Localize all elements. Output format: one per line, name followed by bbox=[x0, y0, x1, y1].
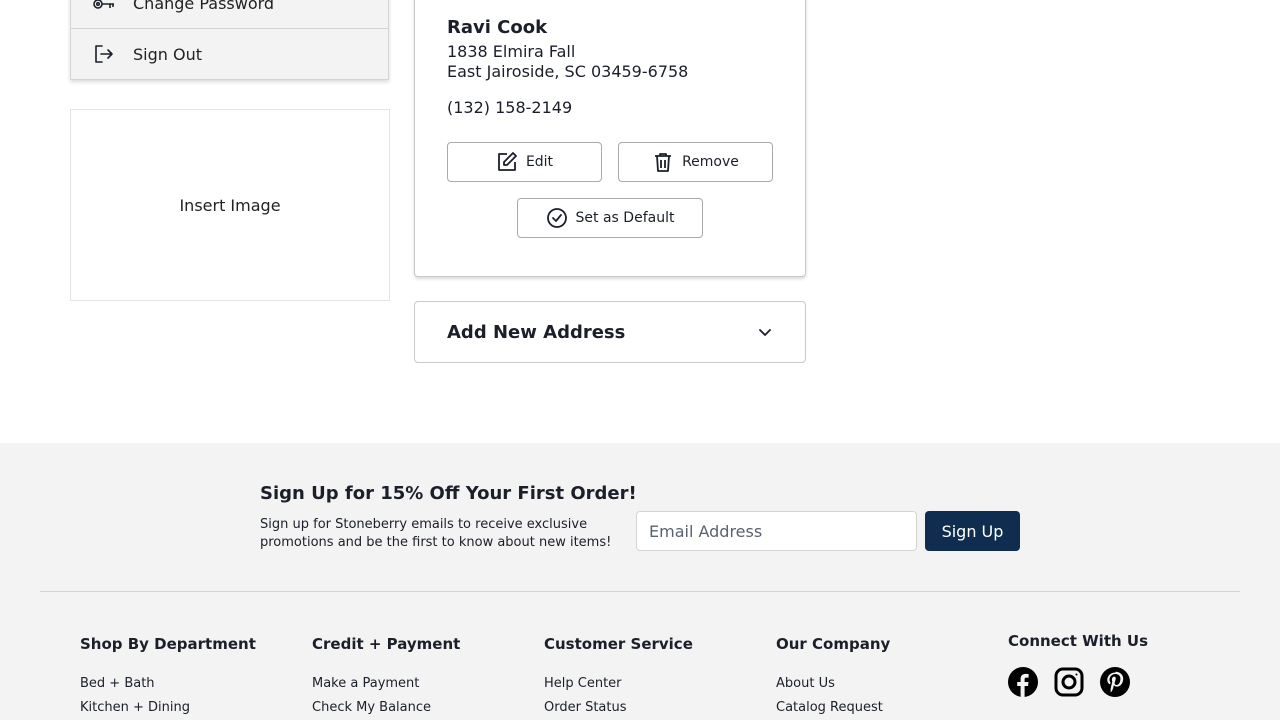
edit-address-button[interactable]: Edit bbox=[447, 142, 602, 182]
footer-column-credit: Credit + Payment Make a Payment Check My… bbox=[312, 635, 460, 720]
set-default-button[interactable]: Set as Default bbox=[517, 198, 703, 238]
sign-up-button[interactable]: Sign Up bbox=[925, 511, 1020, 551]
address-phone: (132) 158-2149 bbox=[447, 98, 573, 117]
footer-link[interactable]: Make a Payment bbox=[312, 675, 460, 693]
social-links bbox=[1008, 667, 1130, 697]
site-footer: Sign Up for 15% Off Your First Order! Si… bbox=[0, 443, 1280, 720]
email-input[interactable] bbox=[636, 511, 917, 551]
pinterest-icon[interactable] bbox=[1100, 667, 1130, 697]
footer-column-title: Credit + Payment bbox=[312, 635, 461, 653]
facebook-icon[interactable] bbox=[1008, 667, 1038, 697]
sign-out-label: Sign Out bbox=[133, 44, 202, 64]
footer-divider bbox=[40, 591, 1240, 592]
check-circle-icon bbox=[546, 207, 568, 229]
instagram-icon[interactable] bbox=[1054, 667, 1084, 697]
address-city-state-zip: East Jairoside, SC 03459-6758 bbox=[447, 62, 689, 81]
connect-with-us: Connect With Us bbox=[1008, 632, 1148, 650]
chevron-down-icon bbox=[757, 325, 773, 341]
footer-column-shop: Shop By Department Bed + Bath Kitchen + … bbox=[80, 635, 256, 720]
edit-icon bbox=[496, 151, 518, 173]
signup-description: Sign up for Stoneberry emails to receive… bbox=[260, 517, 612, 550]
insert-image-label: Insert Image bbox=[179, 195, 281, 215]
footer-column-title: Our Company bbox=[776, 635, 891, 653]
address-card: Ravi Cook 1838 Elmira Fall East Jairosid… bbox=[414, 0, 806, 277]
footer-link[interactable]: Order Status bbox=[544, 699, 693, 717]
remove-address-button[interactable]: Remove bbox=[618, 142, 773, 182]
footer-link[interactable]: Kitchen + Dining bbox=[80, 699, 256, 717]
sign-out-item[interactable]: Sign Out bbox=[71, 29, 388, 79]
set-default-label: Set as Default bbox=[575, 210, 675, 226]
trash-icon bbox=[652, 151, 674, 173]
footer-link[interactable]: Catalog Request bbox=[776, 699, 890, 717]
footer-column-title: Customer Service bbox=[544, 635, 693, 653]
address-name: Ravi Cook bbox=[447, 17, 548, 38]
add-new-address-toggle[interactable]: Add New Address bbox=[414, 301, 806, 363]
footer-column-company: Our Company About Us Catalog Request bbox=[776, 635, 890, 720]
footer-column-title: Shop By Department bbox=[80, 635, 256, 653]
insert-image-placeholder: Insert Image bbox=[70, 109, 390, 301]
remove-address-label: Remove bbox=[682, 154, 739, 170]
change-password-item[interactable]: Change Password bbox=[71, 0, 388, 29]
address-street: 1838 Elmira Fall bbox=[447, 42, 576, 61]
footer-column-service: Customer Service Help Center Order Statu… bbox=[544, 635, 693, 720]
account-side-menu: Change Password Sign Out bbox=[70, 0, 389, 80]
sign-out-icon bbox=[93, 43, 115, 65]
signup-title: Sign Up for 15% Off Your First Order! bbox=[260, 483, 637, 504]
footer-link[interactable]: Help Center bbox=[544, 675, 693, 693]
add-new-address-label: Add New Address bbox=[447, 321, 626, 343]
footer-link[interactable]: Check My Balance bbox=[312, 699, 460, 717]
footer-link[interactable]: Bed + Bath bbox=[80, 675, 256, 693]
connect-title: Connect With Us bbox=[1008, 632, 1148, 650]
edit-address-label: Edit bbox=[525, 154, 554, 170]
key-icon bbox=[93, 0, 115, 15]
footer-link[interactable]: About Us bbox=[776, 675, 890, 693]
change-password-label: Change Password bbox=[133, 0, 275, 13]
